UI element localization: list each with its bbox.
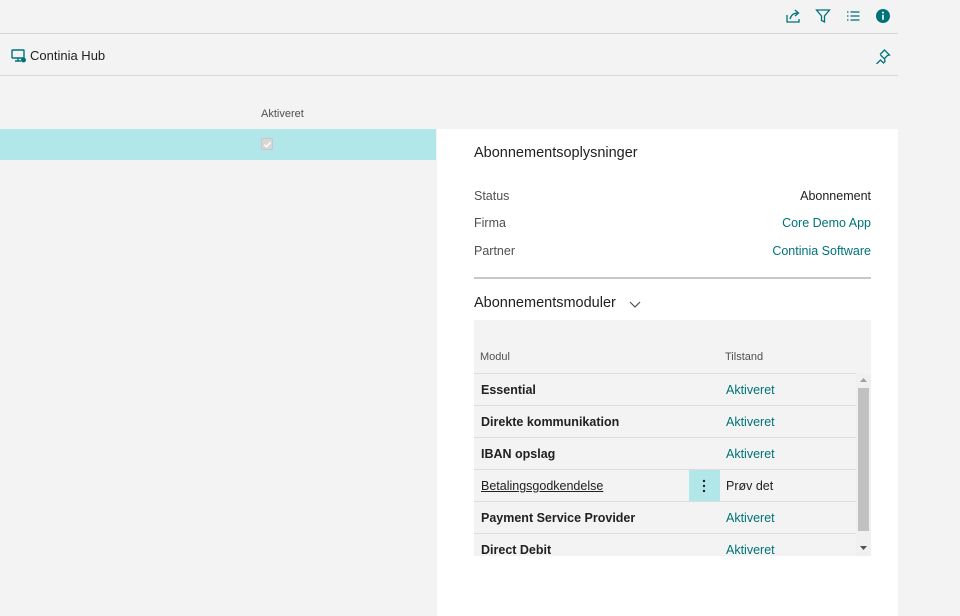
- field-label: Firma: [474, 216, 506, 230]
- field-value: Abonnement: [800, 189, 871, 203]
- list-icon[interactable]: [845, 8, 861, 24]
- field-status: Status Abonnement: [474, 189, 871, 209]
- module-name: Payment Service Provider: [481, 511, 636, 525]
- field-value-link[interactable]: Core Demo App: [782, 216, 871, 230]
- page-title: Continia Hub: [30, 48, 106, 63]
- page-header: Continia Hub: [0, 34, 898, 76]
- field-label: Status: [474, 189, 510, 203]
- module-name: Direkte kommunikation: [481, 415, 620, 429]
- module-state-link[interactable]: Aktiveret: [726, 383, 775, 397]
- chevron-down-icon[interactable]: [628, 298, 642, 310]
- field-value-link[interactable]: Continia Software: [772, 244, 871, 258]
- modules-section-title[interactable]: Abonnementsmoduler: [474, 295, 616, 311]
- module-state-link[interactable]: Aktiveret: [726, 543, 775, 556]
- module-name: Direct Debit: [481, 543, 552, 556]
- module-name-link[interactable]: Betalingsgodkendelse: [481, 479, 603, 493]
- table-row[interactable]: Direkte kommunikation Aktiveret: [474, 405, 856, 437]
- aktiveret-checkbox: [261, 138, 273, 150]
- monitor-icon: [11, 48, 27, 64]
- field-partner: Partner Continia Software: [474, 244, 871, 264]
- table-row[interactable]: Essential Aktiveret: [474, 373, 856, 405]
- module-name: Essential: [481, 383, 536, 397]
- scroll-up-icon[interactable]: [859, 377, 868, 383]
- table-row[interactable]: Direct Debit Aktiveret: [474, 533, 856, 556]
- row-actions-button[interactable]: [689, 470, 720, 502]
- table-row[interactable]: Payment Service Provider Aktiveret: [474, 501, 856, 533]
- module-state-link[interactable]: Prøv det: [726, 479, 773, 493]
- module-state-link[interactable]: Aktiveret: [726, 415, 775, 429]
- field-firma: Firma Core Demo App: [474, 216, 871, 236]
- factbox-title: Abonnementsoplysninger: [474, 145, 638, 161]
- module-state-link[interactable]: Aktiveret: [726, 511, 775, 525]
- module-name: IBAN opslag: [481, 447, 556, 461]
- factbox-panel: Abonnementsoplysninger Status Abonnement…: [437, 129, 898, 616]
- field-label: Partner: [474, 244, 515, 258]
- divider: [474, 277, 871, 279]
- module-state-link[interactable]: Aktiveret: [726, 447, 775, 461]
- table-row-selected[interactable]: Betalingsgodkendelse Prøv det: [474, 469, 856, 502]
- pin-icon[interactable]: [875, 48, 891, 64]
- modules-grid: Modul Tilstand Essential Aktiveret Direk…: [474, 320, 871, 556]
- scroll-down-icon[interactable]: [859, 545, 868, 551]
- column-header-aktiveret[interactable]: Aktiveret: [261, 108, 304, 120]
- scrollbar-thumb[interactable]: [858, 388, 869, 531]
- more-vertical-icon: [702, 479, 706, 493]
- filter-icon[interactable]: [815, 8, 831, 24]
- vertical-scrollbar[interactable]: [856, 374, 871, 556]
- action-bar: [0, 0, 898, 34]
- table-row[interactable]: IBAN opslag Aktiveret: [474, 437, 856, 469]
- list-row[interactable]: [0, 129, 436, 160]
- share-icon[interactable]: [785, 8, 801, 24]
- column-header-modul[interactable]: Modul: [480, 351, 510, 363]
- info-icon[interactable]: [875, 8, 891, 24]
- column-header-tilstand[interactable]: Tilstand: [725, 351, 763, 363]
